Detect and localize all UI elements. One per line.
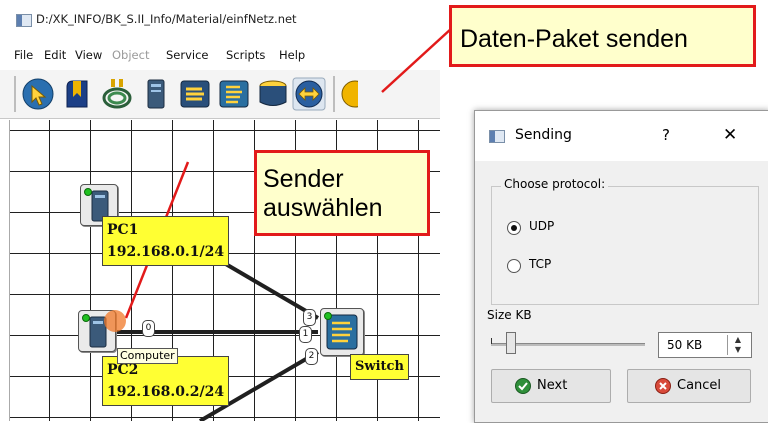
menu-service[interactable]: Service <box>166 48 209 62</box>
status-led <box>82 314 90 322</box>
cancel-icon <box>655 378 671 394</box>
cancel-label: Cancel <box>677 378 722 393</box>
size-label: Size KB <box>487 308 532 322</box>
menu-view[interactable]: View <box>75 48 102 62</box>
switch-icon[interactable] <box>178 77 212 111</box>
port-badge: 2 <box>305 348 318 365</box>
dialog-title: Sending <box>515 127 572 143</box>
mouse-cursor-marker <box>104 310 126 332</box>
size-spinbox[interactable]: 50 KB ▲ ▼ <box>658 332 752 358</box>
window-title: D:/XK_INFO/BK_S.II_Info/Material/einfNet… <box>36 12 297 26</box>
spin-down-icon[interactable]: ▼ <box>728 345 748 355</box>
status-led <box>324 312 332 320</box>
help-button[interactable]: ? <box>662 126 670 144</box>
tcp-radio[interactable] <box>507 259 521 273</box>
size-value[interactable]: 50 KB <box>667 338 702 352</box>
menu-edit[interactable]: Edit <box>44 48 66 62</box>
dialog-titlebar: Sending ? ✕ <box>475 111 768 161</box>
pc1-label: PC1 192.168.0.1/24 <box>102 216 230 266</box>
callout-line-1: Sender <box>263 165 344 193</box>
cancel-button[interactable]: Cancel <box>627 369 751 403</box>
app-icon <box>16 14 32 27</box>
text-icon[interactable] <box>61 77 95 111</box>
slider-tick <box>491 338 492 344</box>
menu-file[interactable]: File <box>14 48 33 62</box>
spin-up-icon[interactable]: ▲ <box>728 335 748 345</box>
pc1-ip: 192.168.0.1/24 <box>107 244 225 260</box>
protocol-group <box>491 186 759 305</box>
toolbar-separator <box>14 76 16 112</box>
callout-select-sender: Sender auswählen <box>254 150 430 236</box>
tooltip: Computer <box>117 348 178 364</box>
callout-line-2: auswählen <box>263 194 383 222</box>
select-icon[interactable] <box>21 77 55 111</box>
close-button[interactable]: ✕ <box>723 125 737 145</box>
tcp-label[interactable]: TCP <box>529 257 551 271</box>
menu-help[interactable]: Help <box>279 48 305 62</box>
pc2-ip: 192.168.0.2/24 <box>107 384 225 400</box>
protocol-group-label: Choose protocol: <box>501 177 609 191</box>
spin-buttons[interactable]: ▲ ▼ <box>727 335 748 355</box>
computer-icon[interactable] <box>139 77 173 111</box>
udp-label[interactable]: UDP <box>529 219 554 233</box>
pc1-name: PC1 <box>107 222 139 238</box>
hub-icon[interactable] <box>256 77 290 111</box>
next-label: Next <box>537 378 568 393</box>
status-led <box>84 188 92 196</box>
menu-object: Object <box>112 48 150 62</box>
menu-scripts[interactable]: Scripts <box>226 48 265 62</box>
app-icon <box>489 130 505 143</box>
toolbar-separator <box>333 76 335 112</box>
cable-icon[interactable] <box>100 77 134 111</box>
check-icon <box>515 378 531 394</box>
switch-label: Switch <box>350 354 409 380</box>
callout-pointer-send <box>381 27 453 93</box>
next-button[interactable]: Next <box>491 369 611 403</box>
router-icon[interactable] <box>217 77 251 111</box>
size-slider-thumb[interactable] <box>506 332 517 354</box>
udp-radio[interactable] <box>507 221 521 235</box>
callout-send-packet: Daten-Paket senden <box>449 5 756 67</box>
web-icon[interactable] <box>338 77 358 111</box>
port-badge: 1 <box>299 326 312 343</box>
switch-node[interactable] <box>320 308 364 356</box>
port-badge: 0 <box>142 320 155 337</box>
send-packet-icon[interactable] <box>292 77 326 111</box>
sending-dialog: Sending ? ✕ Choose protocol: UDP TCP Siz… <box>474 110 768 423</box>
port-badge: 3 <box>303 309 316 326</box>
